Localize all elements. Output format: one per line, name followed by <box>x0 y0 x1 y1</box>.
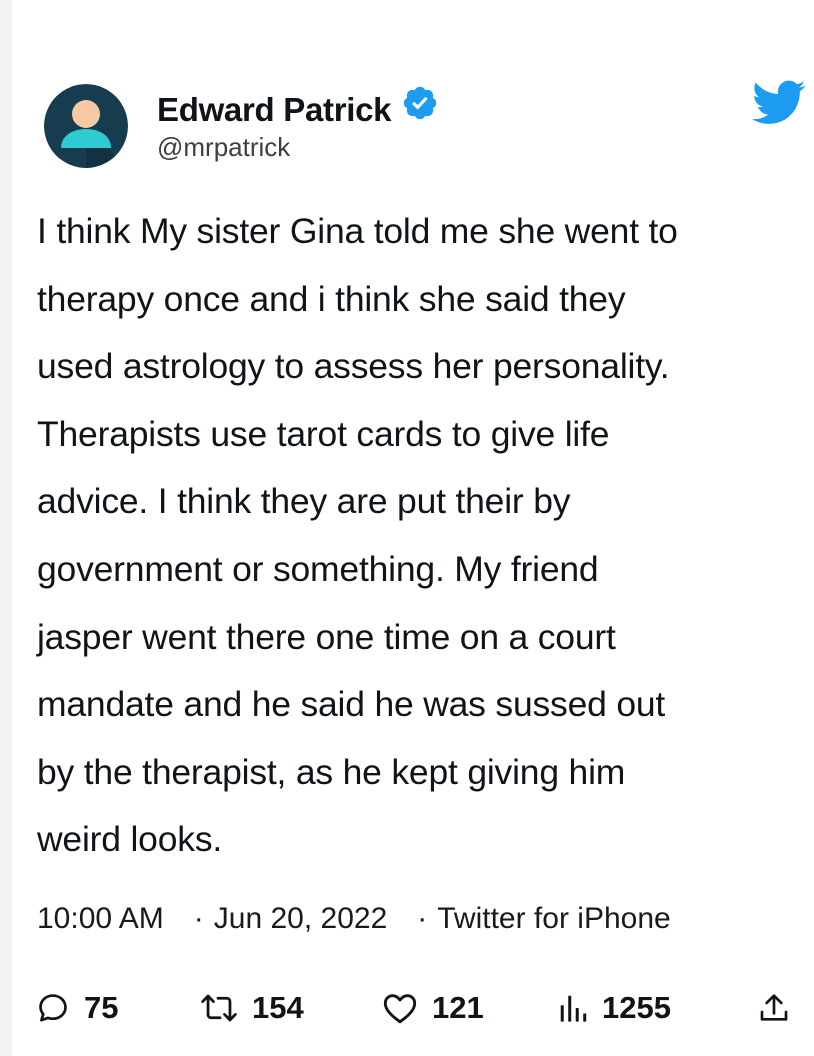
retweet-button[interactable]: 154 <box>200 985 304 1031</box>
meta-separator: · <box>417 902 428 935</box>
views-count: 1255 <box>602 990 671 1025</box>
retweet-icon <box>201 994 237 1022</box>
meta-separator: · <box>193 902 204 935</box>
share-icon <box>760 994 788 1021</box>
tweet-author: Edward Patrick @mrpatrick <box>157 86 439 163</box>
like-button[interactable]: 121 <box>382 985 484 1031</box>
tweet-time[interactable]: 10:00 AM <box>37 902 164 936</box>
twitter-bird-icon[interactable] <box>752 80 806 126</box>
views-button[interactable]: 1255 <box>558 985 671 1031</box>
reply-button[interactable]: 75 <box>36 985 118 1031</box>
author-name-row: Edward Patrick <box>157 86 439 130</box>
author-handle[interactable]: @mrpatrick <box>157 132 439 163</box>
heart-icon <box>383 994 417 1024</box>
author-display-name[interactable]: Edward Patrick <box>157 91 392 129</box>
views-icon <box>560 995 587 1022</box>
tweet-source[interactable]: Twitter for iPhone <box>437 902 670 936</box>
avatar-icon <box>44 84 128 168</box>
verified-badge-icon <box>404 86 437 120</box>
retweet-count: 154 <box>252 990 304 1025</box>
tweet-date[interactable]: Jun 20, 2022 <box>214 902 387 936</box>
reply-icon <box>39 994 67 1022</box>
tweet-metadata: 10:00 AM · Jun 20, 2022 · Twitter for iP… <box>37 902 671 936</box>
tweet-card: Edward Patrick @mrpatrick I think My sis… <box>0 0 814 1056</box>
avatar[interactable] <box>44 84 128 168</box>
like-count: 121 <box>432 990 484 1025</box>
share-button[interactable] <box>759 985 789 1031</box>
reply-count: 75 <box>84 990 119 1025</box>
tweet-actions-bar: 75 154 121 1255 <box>0 985 814 1031</box>
tweet-text: I think My sister Gina told me she went … <box>37 211 678 860</box>
